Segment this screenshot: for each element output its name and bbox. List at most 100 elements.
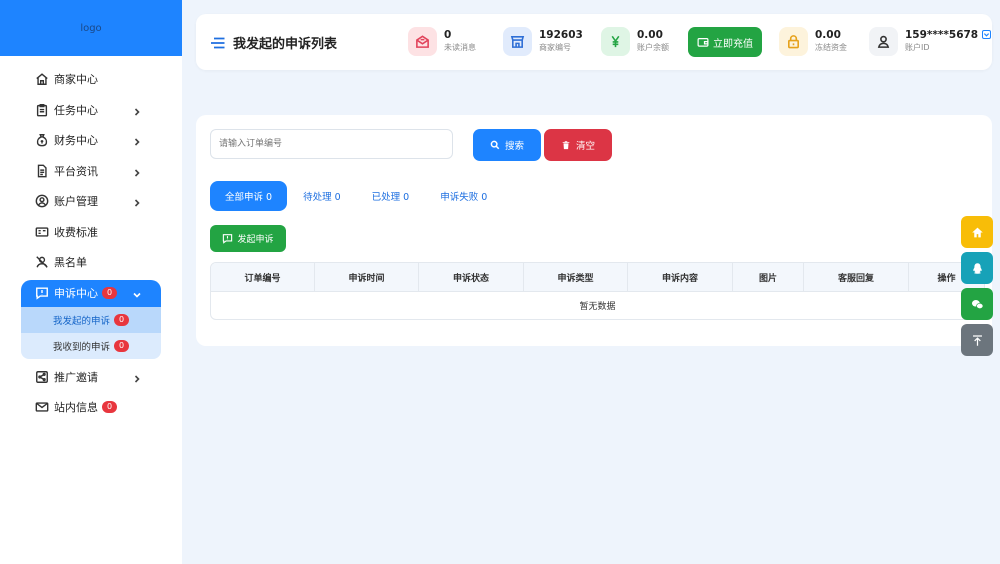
stat-label: 冻结资金 — [815, 43, 847, 52]
chevron-right-icon — [133, 136, 141, 146]
mail-open-icon — [408, 27, 437, 56]
appeal-submenu: 我发起的申诉 0 我收到的申诉 0 — [21, 306, 161, 359]
money-bag-icon — [34, 133, 49, 148]
appeal-status-tabs: 全部申诉 0 待处理 0 已处理 0 申诉失败 0 — [210, 181, 503, 211]
tab-failed[interactable]: 申诉失败 0 — [425, 181, 502, 211]
sidebar-item-site-messages[interactable]: 站内信息 0 — [0, 392, 161, 423]
stat-unread-messages[interactable]: 0 未读消息 — [408, 27, 476, 56]
trash-icon — [562, 141, 570, 150]
initiated-count-badge: 0 — [114, 313, 130, 326]
wallet-icon — [697, 38, 709, 47]
ticket-icon — [34, 224, 49, 239]
stat-label: 未读消息 — [444, 43, 476, 52]
sidebar-item-account-management[interactable]: 账户管理 — [0, 186, 161, 217]
stat-account-id[interactable]: 159****5678 账户ID — [869, 27, 991, 56]
sidebar-item-label: 任务中心 — [54, 103, 98, 117]
sidebar-item-label: 推广邀请 — [54, 370, 98, 384]
column-header: 申诉类型 — [524, 263, 628, 291]
sidebar-item-label: 平台资讯 — [54, 164, 98, 178]
clipboard-icon — [34, 102, 49, 117]
sidebar-subitem-label: 我收到的申诉 — [53, 341, 111, 353]
stat-label: 商家编号 — [539, 43, 571, 52]
stat-value: 0.00 — [815, 29, 841, 41]
column-header: 申诉内容 — [628, 263, 733, 291]
stat-frozen-funds: 0.00 冻结资金 — [779, 27, 847, 56]
sidebar-item-merchant-center[interactable]: 商家中心 — [0, 64, 161, 95]
received-count-badge: 0 — [114, 339, 130, 352]
appeal-table: 订单编号 申诉时间 申诉状态 申诉类型 申诉内容 图片 客服回复 操作 暂无数据 — [210, 262, 985, 320]
clear-button[interactable]: 清空 — [544, 129, 612, 161]
sidebar-item-label: 收费标准 — [54, 225, 98, 239]
sidebar-item-appeal-center[interactable]: 申诉中心 0 — [21, 279, 161, 307]
appeal-list-card: 搜索 清空 全部申诉 0 待处理 0 已处理 0 申诉失败 0 发起申诉 订单编… — [196, 115, 992, 346]
account-phone: 159****5678 — [905, 29, 979, 41]
user-icon — [869, 27, 898, 56]
sidebar-item-label: 商家中心 — [54, 73, 98, 87]
logo[interactable]: logo — [0, 0, 182, 56]
search-button[interactable]: 搜索 — [473, 129, 541, 161]
table-header: 订单编号 申诉时间 申诉状态 申诉类型 申诉内容 图片 客服回复 操作 — [211, 263, 984, 292]
sidebar-item-platform-news[interactable]: 平台资讯 — [0, 156, 161, 187]
home-icon — [34, 72, 49, 87]
recharge-label: 立即充值 — [713, 38, 753, 50]
float-back-to-top-button[interactable] — [961, 324, 993, 356]
sidebar-item-label: 财务中心 — [54, 134, 98, 148]
alert-message-icon — [34, 286, 49, 301]
column-header: 图片 — [733, 263, 804, 291]
sidebar-subitem-my-initiated-appeals[interactable]: 我发起的申诉 0 — [21, 306, 161, 333]
menu-toggle-icon[interactable] — [210, 37, 225, 49]
chevron-right-icon — [133, 106, 141, 116]
recharge-button[interactable]: 立即充值 — [688, 27, 762, 57]
document-icon — [34, 163, 49, 178]
home-icon — [971, 227, 983, 237]
column-header: 申诉时间 — [315, 263, 419, 291]
page-title: 我发起的申诉列表 — [233, 37, 338, 52]
tab-processed[interactable]: 已处理 0 — [357, 181, 425, 211]
tab-pending[interactable]: 待处理 0 — [288, 181, 356, 211]
column-header: 申诉状态 — [419, 263, 524, 291]
stat-label: 账户余额 — [637, 43, 669, 52]
order-number-search-input[interactable] — [210, 129, 453, 159]
initiate-appeal-label: 发起申诉 — [237, 235, 274, 245]
share-icon — [34, 369, 49, 384]
chevron-right-icon — [133, 167, 141, 177]
appeal-count-badge: 0 — [102, 287, 118, 299]
sidebar-item-task-center[interactable]: 任务中心 — [0, 95, 161, 126]
float-home-button[interactable] — [961, 216, 993, 248]
chevron-right-icon — [133, 373, 141, 383]
tab-all-appeals[interactable]: 全部申诉 0 — [210, 181, 288, 211]
sidebar-menu: 商家中心 任务中心 财务中心 平台资讯 账户管理 收费标准 黑名单 申诉中心 0… — [0, 56, 182, 423]
search-icon — [490, 140, 500, 150]
qq-icon — [972, 262, 982, 274]
empty-state: 暂无数据 — [579, 302, 616, 312]
sidebar-item-fee-standard[interactable]: 收费标准 — [0, 217, 161, 248]
column-header: 客服回复 — [804, 263, 909, 291]
yuan-icon — [601, 27, 630, 56]
back-to-top-icon — [972, 334, 982, 346]
search-label: 搜索 — [504, 141, 524, 152]
sidebar-item-finance-center[interactable]: 财务中心 — [0, 125, 161, 156]
message-alert-icon — [223, 234, 233, 244]
stat-value: 0 — [444, 29, 452, 41]
stat-account-balance: 0.00 账户余额 — [601, 27, 669, 56]
lock-icon — [779, 27, 808, 56]
clear-label: 清空 — [575, 141, 595, 152]
column-header: 订单编号 — [211, 263, 315, 291]
sidebar-item-blacklist[interactable]: 黑名单 — [0, 247, 161, 278]
chevron-down-icon — [133, 289, 141, 298]
float-wechat-button[interactable] — [961, 288, 993, 320]
message-count-badge: 0 — [102, 401, 118, 414]
sidebar-item-label: 账户管理 — [54, 195, 98, 209]
chevron-right-icon — [133, 197, 141, 207]
sidebar: logo 商家中心 任务中心 财务中心 平台资讯 账户管理 收费标准 黑名单 申… — [0, 0, 182, 564]
float-qq-button[interactable] — [961, 252, 993, 284]
stat-value: 192603 — [539, 29, 583, 41]
sidebar-item-label: 黑名单 — [54, 256, 87, 270]
sidebar-item-promotion-invite[interactable]: 推广邀请 — [0, 362, 161, 393]
sidebar-item-label: 申诉中心 — [54, 287, 98, 300]
sidebar-subitem-my-received-appeals[interactable]: 我收到的申诉 0 — [21, 333, 161, 359]
initiate-appeal-button[interactable]: 发起申诉 — [210, 225, 286, 252]
dropdown-caret-icon[interactable] — [981, 30, 991, 39]
sidebar-item-label: 站内信息 — [54, 401, 98, 415]
stat-label: 账户ID — [905, 43, 930, 52]
